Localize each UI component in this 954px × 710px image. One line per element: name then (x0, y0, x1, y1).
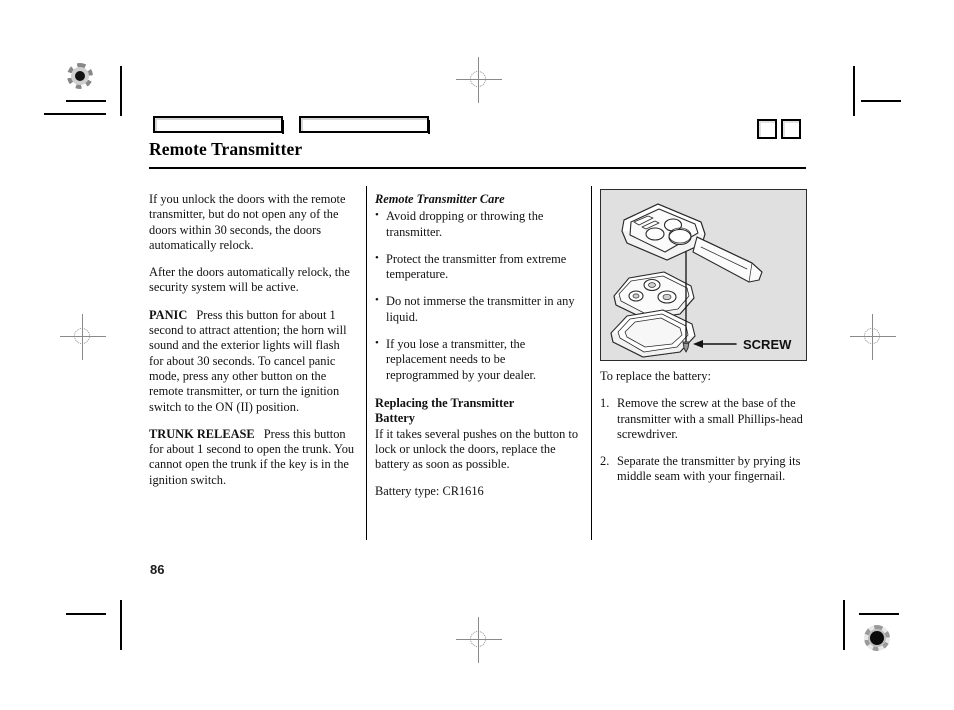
transmitter-exploded-figure: SCREW (600, 189, 807, 361)
page-title: Remote Transmitter (149, 139, 303, 159)
page-number: 86 (150, 562, 165, 577)
panic-term: PANIC (149, 307, 188, 322)
callout-arrow-icon (693, 340, 703, 348)
header-marker-bar-right (299, 116, 430, 134)
care-list: Avoid dropping or throwing the transmitt… (375, 208, 580, 383)
left-paragraph-2: After the doors automatically relock, th… (149, 265, 350, 295)
crop-mark-bottom-right-horizontal (859, 613, 899, 615)
list-item: Remove the screw at the base of the tran… (600, 396, 803, 441)
list-item: Do not immerse the transmitter in any li… (375, 293, 580, 325)
panic-paragraph: PANIC Press this button for about 1 secon… (149, 308, 356, 415)
title-rule (149, 167, 806, 169)
replace-battery-steps: Remove the screw at the base of the tran… (600, 396, 805, 484)
header-marker-bar-left (153, 116, 284, 134)
left-paragraph-1: If you unlock the doors with the remote … (149, 192, 346, 252)
battery-type: Battery type: CR1616 (375, 484, 484, 499)
crosshair-right-center (850, 314, 896, 360)
transmitter-illustration: SCREW (610, 203, 792, 358)
crop-mark-top-left-vertical (120, 66, 122, 116)
list-item: Separate the transmitter by prying its m… (600, 454, 801, 484)
fob-button-lock (645, 227, 665, 241)
header-marker-square-1 (757, 119, 777, 139)
crosshair-bottom-center (456, 617, 502, 663)
crop-mark-bottom-right-vertical (843, 600, 845, 650)
battery-heading-line-2: Battery (375, 411, 415, 426)
column-right: To replace the battery: Remove the screw… (600, 369, 805, 485)
trunk-paragraph: TRUNK RELEASE Press this button for about… (149, 427, 356, 488)
column-left: If you unlock the doors with the remote … (149, 192, 356, 488)
list-item: If you lose a transmitter, the replaceme… (375, 336, 580, 383)
list-item: Avoid dropping or throwing the transmitt… (375, 208, 580, 240)
screw-callout-label: SCREW (743, 337, 792, 352)
care-heading: Remote Transmitter Care (375, 192, 505, 206)
column-middle: Remote Transmitter Care Avoid dropping o… (375, 192, 580, 500)
column-divider-1 (366, 186, 368, 540)
crop-mark-top-right-vertical (853, 66, 855, 116)
replace-battery-intro: To replace the battery: (600, 369, 711, 383)
column-divider-2 (591, 186, 593, 540)
header-marker-square-2 (781, 119, 801, 139)
list-item: Protect the transmitter from extreme tem… (375, 251, 580, 283)
crop-mark-bottom-left-vertical (120, 600, 122, 650)
manual-page: Remote Transmitter If you unlock the doo… (0, 0, 954, 710)
fob-button-trunk (668, 228, 692, 246)
trunk-term: TRUNK RELEASE (149, 426, 255, 441)
crosshair-left-center (60, 314, 106, 360)
crop-mark-bottom-left-horizontal (66, 613, 106, 615)
crop-mark-top-left-horizontal-a (66, 100, 106, 102)
battery-paragraph: If it takes several pushes on the button… (375, 426, 579, 472)
panic-text: Press this button for about 1 second to … (149, 307, 347, 414)
crop-mark-top-right-horizontal (861, 100, 901, 102)
crosshair-top-center (456, 57, 502, 103)
registration-target-bottom-right (864, 625, 890, 651)
crop-mark-top-left-horizontal-b (44, 113, 106, 115)
registration-target-top-left (67, 63, 93, 89)
battery-heading-line-1: Replacing the Transmitter (375, 395, 515, 410)
